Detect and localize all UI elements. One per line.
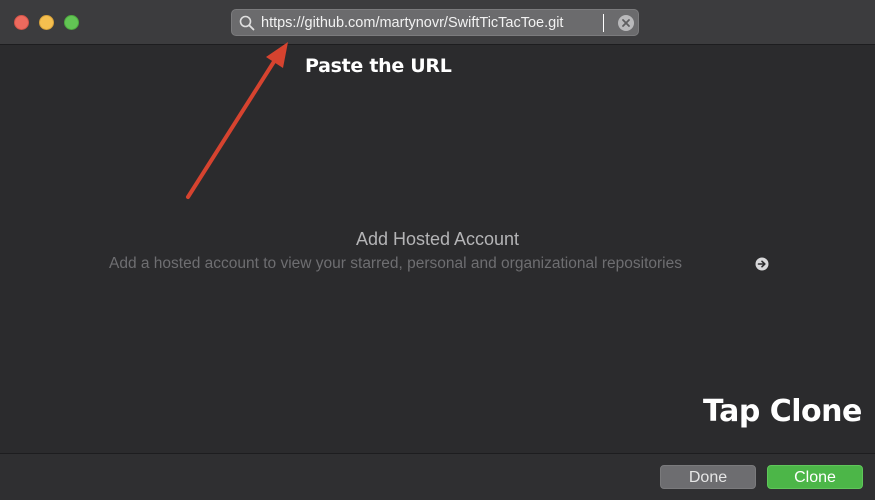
empty-state-title: Add Hosted Account	[355, 229, 520, 249]
clone-button[interactable]: Clone	[767, 465, 863, 489]
window-minimize-button[interactable]	[39, 15, 54, 30]
search-icon	[239, 15, 255, 31]
empty-state-subtitle[interactable]: Add a hosted account to view your starre…	[109, 255, 682, 273]
window-close-button[interactable]	[14, 15, 29, 30]
annotation-paste-url: Paste the URL	[305, 55, 452, 77]
annotation-tap-clone: Tap Clone	[703, 394, 862, 429]
window-zoom-button[interactable]	[64, 15, 79, 30]
text-caret	[603, 14, 604, 32]
url-input[interactable]	[261, 13, 601, 33]
footer-bar: Done Clone	[0, 453, 875, 500]
done-button[interactable]: Done	[660, 465, 756, 489]
arrow-circle-right-icon[interactable]	[755, 257, 769, 271]
title-bar	[0, 0, 875, 45]
clear-icon[interactable]	[617, 14, 635, 32]
url-search-field[interactable]	[231, 9, 639, 36]
